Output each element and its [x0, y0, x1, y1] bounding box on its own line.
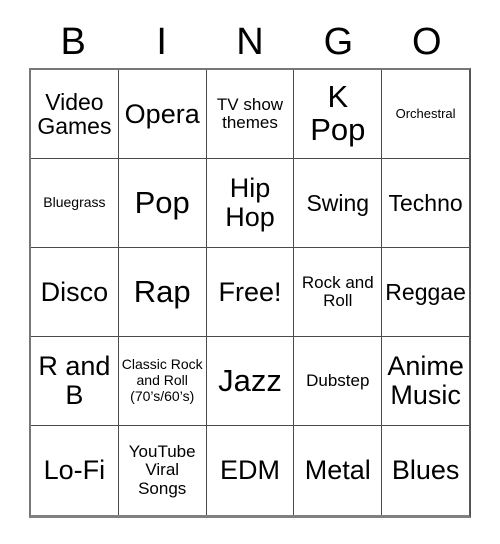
- bingo-cell[interactable]: Swing: [294, 159, 383, 247]
- bingo-cell-label: Opera: [124, 98, 200, 129]
- bingo-cell[interactable]: Video Games: [31, 70, 119, 158]
- bingo-cell[interactable]: EDM: [207, 426, 295, 515]
- bingo-cell-label: Blues: [391, 455, 460, 486]
- bingo-cell-label: YouTube Viral Songs: [128, 442, 196, 498]
- bingo-cell[interactable]: Dubstep: [294, 337, 383, 425]
- bingo-cell-label: Rap: [133, 273, 191, 309]
- bingo-cell[interactable]: Orchestral: [382, 70, 469, 158]
- bingo-cell-label: Bluegrass: [43, 194, 106, 211]
- bingo-grid: Video Games Opera TV show themes K Pop O…: [29, 68, 471, 518]
- bingo-header-letter-b: B: [60, 21, 86, 63]
- bingo-cell[interactable]: YouTube Viral Songs: [119, 426, 207, 515]
- bingo-cell-label: Rock and Roll: [301, 272, 374, 310]
- bingo-cell[interactable]: Opera: [119, 70, 207, 158]
- bingo-cell[interactable]: Jazz: [207, 337, 295, 425]
- bingo-cell[interactable]: Lo-Fi: [31, 426, 119, 515]
- bingo-cell-label: TV show themes: [216, 94, 284, 132]
- bingo-cell-label: Swing: [306, 189, 370, 216]
- bingo-cell[interactable]: Blues: [382, 426, 469, 515]
- bingo-grid-row: Disco Rap Free! Rock and Roll Reggae: [31, 248, 469, 337]
- bingo-cell-label: Classic Rock and Roll (70’s/60’s): [121, 356, 203, 404]
- bingo-cell[interactable]: Pop: [119, 159, 207, 247]
- bingo-cell-label: Free!: [218, 276, 282, 307]
- bingo-cell[interactable]: TV show themes: [207, 70, 295, 158]
- bingo-cell[interactable]: Bluegrass: [31, 159, 119, 247]
- bingo-cell-free[interactable]: Free!: [207, 248, 295, 336]
- bingo-cell[interactable]: Rap: [119, 248, 207, 336]
- bingo-cell-label: Orchestral: [395, 105, 456, 121]
- bingo-cell-label: Techno: [388, 189, 463, 216]
- bingo-cell-label: R and B: [38, 351, 111, 410]
- bingo-cell-label: Anime Music: [387, 351, 464, 410]
- bingo-cell[interactable]: Reggae: [382, 248, 469, 336]
- bingo-cell[interactable]: Disco: [31, 248, 119, 336]
- bingo-grid-row: Video Games Opera TV show themes K Pop O…: [31, 70, 469, 159]
- bingo-cell-label: Pop: [134, 184, 190, 220]
- bingo-cell[interactable]: K Pop: [294, 70, 383, 158]
- bingo-cell-label: K Pop: [310, 79, 366, 147]
- bingo-cell[interactable]: Anime Music: [382, 337, 469, 425]
- bingo-cell[interactable]: Classic Rock and Roll (70’s/60’s): [119, 337, 207, 425]
- bingo-header-letter-g: G: [323, 21, 354, 63]
- bingo-cell[interactable]: R and B: [31, 337, 119, 425]
- bingo-cell-label: Metal: [304, 455, 371, 486]
- bingo-cell[interactable]: Metal: [294, 426, 383, 515]
- bingo-cell-label: Lo-Fi: [43, 455, 106, 486]
- bingo-header-letter-o: O: [412, 21, 442, 63]
- bingo-cell[interactable]: Rock and Roll: [294, 248, 383, 336]
- bingo-card: B I N G O Video Games Opera TV show them…: [29, 16, 471, 518]
- bingo-cell[interactable]: Hip Hop: [207, 159, 295, 247]
- bingo-grid-row: Lo-Fi YouTube Viral Songs EDM Metal Blue…: [31, 426, 469, 515]
- bingo-cell-label: EDM: [219, 455, 280, 486]
- bingo-cell-label: Jazz: [218, 362, 282, 398]
- bingo-cell-label: Dubstep: [306, 370, 370, 390]
- bingo-cell[interactable]: Techno: [382, 159, 469, 247]
- bingo-header-letter-i: I: [156, 21, 167, 63]
- bingo-grid-row: Bluegrass Pop Hip Hop Swing Techno: [31, 159, 469, 248]
- bingo-cell-label: Reggae: [385, 278, 466, 305]
- bingo-cell-label: Video Games: [37, 88, 112, 139]
- bingo-cell-label: Hip Hop: [225, 173, 275, 232]
- bingo-header-letter-n: N: [236, 21, 264, 63]
- bingo-grid-row: R and B Classic Rock and Roll (70’s/60’s…: [31, 337, 469, 426]
- bingo-cell-label: Disco: [40, 276, 109, 307]
- bingo-header-row: B I N G O: [29, 16, 471, 68]
